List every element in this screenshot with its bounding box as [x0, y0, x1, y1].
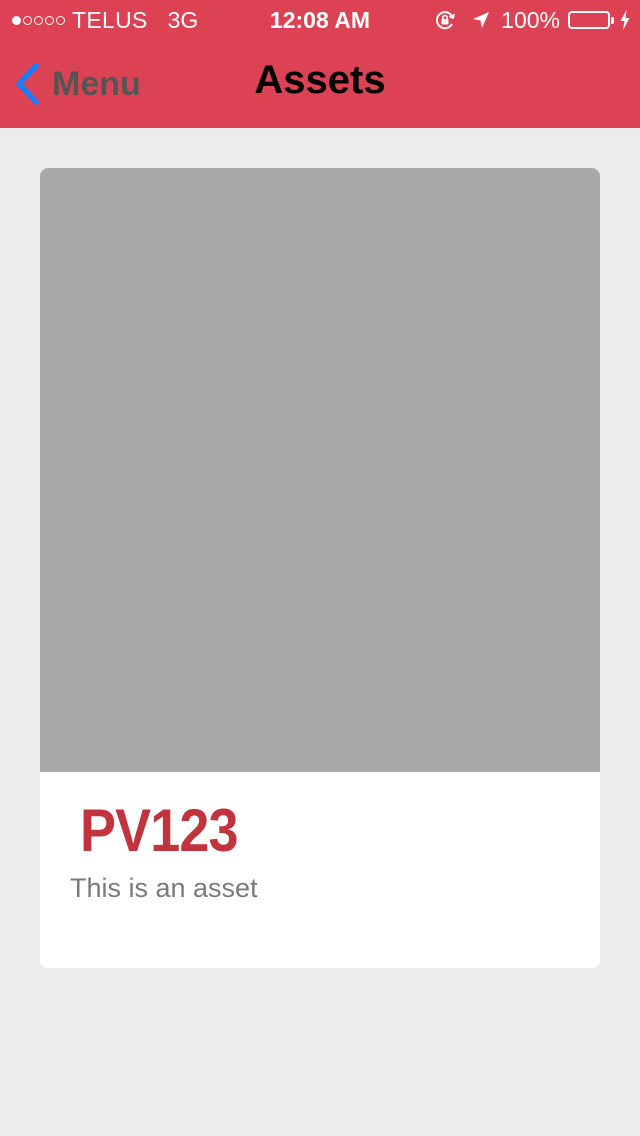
screen: TELUS 3G 12:08 AM 100% Menu Assets PV123…	[0, 0, 640, 1136]
asset-code: PV123	[80, 797, 239, 864]
status-bar: TELUS 3G 12:08 AM 100%	[0, 0, 640, 40]
rotation-lock-icon	[433, 8, 457, 32]
location-arrow-icon	[471, 10, 491, 30]
battery-icon	[568, 11, 614, 29]
charging-bolt-icon	[620, 10, 630, 30]
battery-cap	[611, 17, 614, 24]
battery-percent: 100%	[501, 6, 560, 33]
asset-card[interactable]: PV123 This is an asset	[40, 168, 600, 968]
navigation-bar: Menu Assets	[0, 40, 640, 128]
page-title: Assets	[254, 58, 386, 102]
asset-description: This is an asset	[70, 873, 258, 903]
asset-image-placeholder	[40, 168, 600, 772]
status-right: 100%	[433, 7, 630, 33]
